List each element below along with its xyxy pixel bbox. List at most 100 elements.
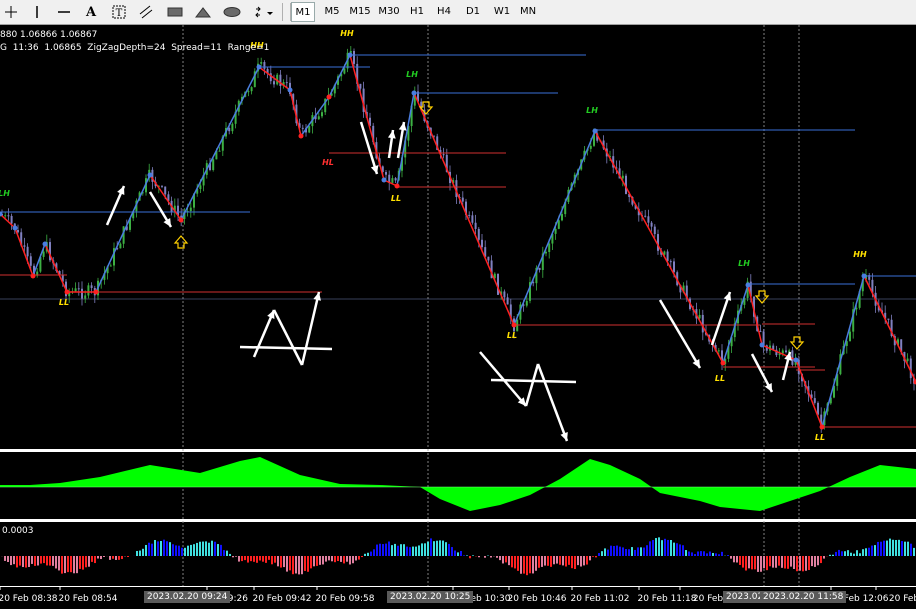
channel-icon[interactable] bbox=[135, 2, 157, 22]
time-axis-label: 20 Feb 08:54 bbox=[58, 594, 117, 604]
histogram-bar bbox=[166, 541, 168, 556]
rectangle-icon[interactable] bbox=[164, 2, 186, 22]
histogram-bar bbox=[361, 556, 363, 558]
histogram-bar bbox=[427, 541, 429, 556]
histogram-bar bbox=[232, 556, 234, 558]
zigzag-segment bbox=[32, 243, 46, 277]
vertical-line-icon[interactable] bbox=[26, 2, 48, 22]
price-chart[interactable]: LHLLHHHHHLLHLLLHLLLHLLHHLL20 Feb 08:3820… bbox=[0, 25, 916, 609]
histogram-bar bbox=[463, 555, 465, 556]
timeframe-d1[interactable]: D1 bbox=[461, 2, 485, 22]
candle-body bbox=[17, 230, 19, 233]
histogram-bar bbox=[847, 550, 849, 556]
histogram-bar bbox=[829, 554, 831, 556]
histogram-bar bbox=[589, 556, 591, 561]
histogram-bar bbox=[580, 556, 582, 567]
timeframe-m30[interactable]: M30 bbox=[377, 2, 401, 22]
horizontal-line-icon[interactable] bbox=[53, 2, 75, 22]
histogram-bar bbox=[304, 556, 306, 571]
crosshair-icon[interactable] bbox=[0, 2, 22, 22]
histogram-bar bbox=[745, 556, 747, 571]
timeframe-m15[interactable]: M15 bbox=[348, 2, 372, 22]
histogram-bar bbox=[892, 539, 894, 556]
candle-body bbox=[650, 222, 653, 227]
arrow-up-marker bbox=[173, 235, 189, 249]
histogram-bar bbox=[241, 556, 243, 562]
histogram-bar bbox=[616, 545, 618, 556]
zigzag-segment bbox=[180, 66, 260, 221]
ellipse-icon[interactable] bbox=[221, 2, 243, 22]
zigzag-segment bbox=[594, 130, 724, 364]
histogram-bar bbox=[856, 550, 858, 556]
text-label-icon[interactable]: T bbox=[108, 2, 130, 22]
histogram-bar bbox=[22, 556, 24, 568]
triangle-icon[interactable] bbox=[192, 2, 214, 22]
swing-label: LH bbox=[406, 70, 418, 79]
histogram-bar bbox=[478, 556, 480, 558]
histogram-bar bbox=[163, 539, 165, 556]
zigzag-pivot bbox=[42, 241, 48, 247]
histogram-bar bbox=[139, 550, 141, 556]
histogram-bar bbox=[802, 556, 804, 572]
timeframe-m1[interactable]: M1 bbox=[291, 2, 315, 22]
chart-header-line1: 880 1.06866 1.06867 bbox=[0, 30, 98, 40]
candle-body bbox=[189, 207, 192, 212]
candle-body bbox=[394, 178, 397, 181]
histogram-bar bbox=[592, 556, 594, 557]
text-icon[interactable]: A bbox=[80, 2, 102, 22]
zigzag-pivot bbox=[394, 183, 400, 189]
histogram-bar bbox=[97, 556, 99, 559]
candle-body bbox=[666, 251, 669, 262]
timeframe-h4[interactable]: H4 bbox=[432, 2, 456, 22]
histogram-bar bbox=[154, 539, 156, 556]
histogram-bar bbox=[685, 550, 687, 556]
candle-body bbox=[477, 228, 480, 240]
histogram-bar bbox=[46, 556, 48, 566]
histogram-bar bbox=[25, 556, 27, 568]
subwindow-separator bbox=[0, 449, 916, 452]
timeframe-w1[interactable]: W1 bbox=[490, 2, 514, 22]
histogram-bar bbox=[55, 556, 57, 569]
candle-body bbox=[813, 398, 816, 403]
candle-body bbox=[525, 300, 528, 306]
zigzag-segment bbox=[289, 89, 302, 137]
timeframe-mn[interactable]: MN bbox=[516, 2, 540, 22]
histogram-bar bbox=[40, 556, 42, 564]
zigzag-pivot bbox=[64, 289, 70, 295]
histogram-bar bbox=[109, 556, 111, 560]
histogram-bar bbox=[430, 538, 432, 556]
timeframe-h1[interactable]: H1 bbox=[405, 2, 429, 22]
histogram-bar bbox=[868, 547, 870, 556]
candle-body bbox=[84, 295, 87, 299]
histogram-bar bbox=[595, 556, 597, 558]
zigzag-pivot bbox=[411, 90, 417, 96]
zigzag-pivot bbox=[592, 128, 598, 134]
histogram-bar bbox=[853, 553, 855, 556]
candle-body bbox=[385, 172, 387, 175]
toolbar-separator bbox=[282, 3, 283, 21]
histogram-bar bbox=[574, 556, 576, 570]
histogram-bar bbox=[247, 556, 249, 563]
histogram-bar bbox=[205, 541, 207, 556]
histogram-bar bbox=[421, 543, 423, 556]
arrows-icon[interactable] bbox=[253, 2, 275, 22]
candle-body bbox=[81, 288, 83, 299]
candle-body bbox=[474, 222, 477, 229]
histogram-bar bbox=[316, 556, 318, 566]
histogram-bar bbox=[352, 556, 354, 564]
swing-label: LL bbox=[715, 374, 725, 383]
timeframe-m5[interactable]: M5 bbox=[320, 2, 344, 22]
histogram-bar bbox=[703, 551, 705, 556]
histogram-bar bbox=[229, 553, 231, 556]
histogram-bar bbox=[817, 556, 819, 566]
histogram-bar bbox=[799, 556, 801, 571]
zigzag-pivot bbox=[178, 217, 184, 223]
zigzag-segment bbox=[413, 92, 515, 326]
histogram-bar bbox=[850, 552, 852, 556]
histogram-bar bbox=[484, 556, 486, 558]
histogram-bar bbox=[190, 544, 192, 556]
histogram-bar bbox=[505, 556, 507, 563]
histogram-bar bbox=[187, 545, 189, 556]
candle-body bbox=[10, 215, 13, 224]
histogram-bar bbox=[49, 556, 51, 566]
